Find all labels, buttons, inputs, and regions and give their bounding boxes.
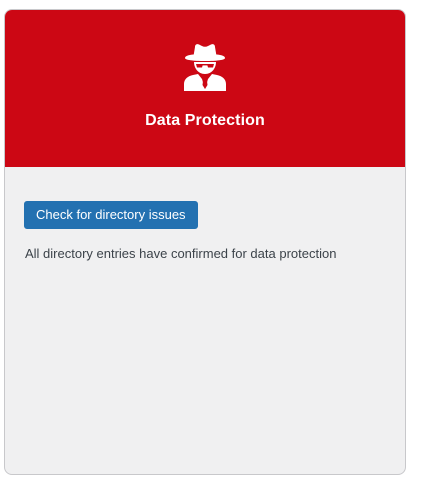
card-title: Data Protection — [145, 112, 265, 129]
data-protection-card: Data Protection Check for directory issu… — [4, 9, 406, 475]
status-message: All directory entries have confirmed for… — [25, 246, 337, 261]
user-secret-icon — [182, 43, 228, 91]
check-directory-issues-button[interactable]: Check for directory issues — [24, 201, 198, 229]
card-header: Data Protection — [5, 10, 405, 167]
